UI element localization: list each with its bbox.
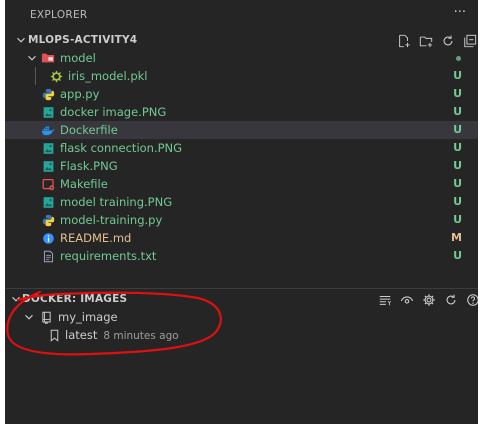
- tree-item-makefile[interactable]: Makefile U: [5, 175, 478, 193]
- refresh-explorer-button[interactable]: [439, 32, 457, 50]
- visibility-button[interactable]: [398, 291, 416, 309]
- docker-repository-my-image[interactable]: my_image: [5, 308, 478, 326]
- repository-label: my_image: [58, 310, 118, 324]
- configure-button[interactable]: [420, 291, 438, 309]
- help-button[interactable]: [464, 291, 478, 309]
- refresh-icon: [446, 294, 456, 305]
- chevron-down-icon: [12, 296, 20, 302]
- git-status-badge: U: [453, 177, 462, 190]
- folder-label: model: [60, 51, 96, 65]
- new-file-button[interactable]: [395, 32, 413, 50]
- tree-item-docker-image-png[interactable]: docker image.PNG U: [5, 103, 478, 121]
- tag-label: latest 8 minutes ago: [65, 328, 179, 342]
- git-status-badge: U: [453, 195, 462, 208]
- tag-icon: [47, 328, 61, 342]
- untracked-dot: [456, 56, 461, 61]
- file-label: README.md: [60, 231, 132, 245]
- tree-item-app-py[interactable]: app.py U: [5, 85, 478, 103]
- tree-item-model-training-png[interactable]: model training.PNG U: [5, 193, 478, 211]
- file-label: model-training.py: [60, 213, 163, 227]
- makefile-icon: [41, 177, 55, 191]
- collapse-all-button[interactable]: [461, 32, 478, 50]
- image-icon: [41, 195, 55, 209]
- image-icon: [41, 159, 55, 173]
- file-label: Dockerfile: [60, 123, 118, 137]
- more-actions-button[interactable]: ···: [454, 5, 466, 20]
- gear-icon: [423, 294, 435, 306]
- git-status-badge: U: [453, 159, 462, 172]
- text-file-icon: [41, 249, 55, 263]
- help-icon: [467, 294, 478, 306]
- gear-icon: [49, 69, 63, 83]
- git-status-badge: U: [453, 123, 462, 136]
- git-status-badge: U: [453, 249, 462, 262]
- git-status-badge: U: [453, 87, 462, 100]
- docker-images-title: DOCKER: IMAGES: [22, 293, 128, 305]
- new-file-icon: [399, 34, 410, 48]
- refresh-icon: [443, 35, 453, 46]
- tag-description: 8 minutes ago: [103, 330, 179, 342]
- workspace-actions: [395, 32, 478, 50]
- image-icon: [41, 141, 55, 155]
- explorer-sidebar: EXPLORER ··· MLOPS-ACTIVITY4 model iris_…: [5, 0, 478, 424]
- explorer-header: EXPLORER ···: [5, 0, 478, 34]
- new-folder-button[interactable]: [417, 32, 435, 50]
- tree-item-readme[interactable]: README.md M: [5, 229, 478, 247]
- collapse-all-icon: [464, 34, 477, 48]
- file-label: Makefile: [60, 177, 108, 191]
- tag-name: latest: [65, 328, 98, 342]
- git-status-badge: U: [453, 105, 462, 118]
- tree-item-flask-connection-png[interactable]: flask connection.PNG U: [5, 139, 478, 157]
- git-status-badge: M: [451, 231, 462, 244]
- file-label: iris_model.pkl: [68, 69, 148, 83]
- file-label: docker image.PNG: [60, 105, 167, 119]
- chevron-down-icon: [28, 55, 36, 61]
- refresh-docker-button[interactable]: [442, 291, 460, 309]
- explorer-title: EXPLORER: [30, 9, 88, 21]
- git-status-badge: U: [453, 69, 462, 82]
- file-label: Flask.PNG: [60, 159, 118, 173]
- folder-icon: [41, 51, 55, 65]
- python-icon: [41, 213, 55, 227]
- python-icon: [41, 87, 55, 101]
- tree-item-requirements[interactable]: requirements.txt U: [5, 247, 478, 265]
- repository-icon: [39, 310, 53, 324]
- tree-item-flask-png[interactable]: Flask.PNG U: [5, 157, 478, 175]
- file-label: model training.PNG: [60, 195, 173, 209]
- info-icon: [41, 231, 55, 245]
- docker-tag-latest[interactable]: latest 8 minutes ago: [5, 326, 478, 344]
- docker-actions: [376, 291, 478, 309]
- git-status-badge: U: [453, 213, 462, 226]
- tree-item-iris-model[interactable]: iris_model.pkl U: [5, 67, 478, 85]
- tree-item-model-training-py[interactable]: model-training.py U: [5, 211, 478, 229]
- workspace-name: MLOPS-ACTIVITY4: [28, 34, 138, 46]
- docker-icon: [41, 123, 55, 137]
- image-icon: [41, 105, 55, 119]
- group-by-icon: [379, 296, 391, 306]
- chevron-down-icon: [25, 314, 33, 320]
- chevron-down-icon: [17, 37, 25, 43]
- group-by-button[interactable]: [376, 291, 394, 309]
- new-folder-icon: [419, 36, 433, 48]
- file-label: requirements.txt: [60, 249, 157, 263]
- tree-item-model-folder[interactable]: model: [5, 49, 478, 67]
- git-status-badge: U: [453, 141, 462, 154]
- file-label: flask connection.PNG: [60, 141, 183, 155]
- file-label: app.py: [60, 87, 100, 101]
- eye-icon: [400, 296, 414, 304]
- tree-item-dockerfile[interactable]: Dockerfile U: [5, 121, 478, 139]
